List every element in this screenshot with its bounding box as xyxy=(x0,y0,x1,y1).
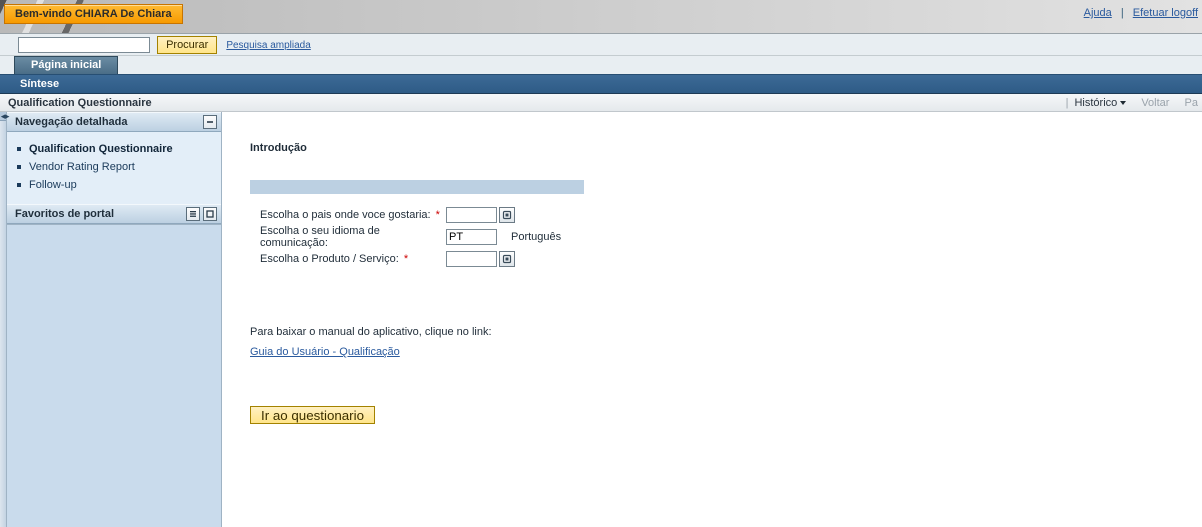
section-heading: Introdução xyxy=(250,142,890,154)
minus-icon xyxy=(206,118,214,126)
options-button[interactable] xyxy=(186,207,200,221)
chevron-down-icon xyxy=(1120,101,1126,105)
list-icon xyxy=(189,210,197,218)
product-input[interactable] xyxy=(446,251,497,267)
product-value-help-button[interactable] xyxy=(499,251,515,267)
nav-item-vendor-rating[interactable]: Vendor Rating Report xyxy=(17,158,215,176)
nav-item-label: Vendor Rating Report xyxy=(29,161,135,173)
favorites-panel-title: Favoritos de portal xyxy=(15,208,114,220)
window-icon xyxy=(206,210,214,218)
intro-section: Introdução Escolha o pais onde voce gost… xyxy=(250,142,890,424)
required-marker: * xyxy=(433,209,440,221)
language-label: Escolha o seu idioma de comunicação: xyxy=(250,225,446,249)
separator: | xyxy=(1066,97,1069,109)
secondary-tabbar: Síntese xyxy=(0,74,1202,94)
sidebar: Navegação detalhada Qualification Questi… xyxy=(7,112,222,527)
nav-item-label: Follow-up xyxy=(29,179,77,191)
main-content: Introdução Escolha o pais onde voce gost… xyxy=(222,112,1202,527)
nav-item-follow-up[interactable]: Follow-up xyxy=(17,176,215,194)
page-titlebar: Qualification Questionnaire | Histórico … xyxy=(0,94,1202,112)
selection-form: Escolha o pais onde voce gostaria: * Esc… xyxy=(250,180,850,270)
favorites-panel-header: Favoritos de portal xyxy=(7,204,221,224)
user-guide-link[interactable]: Guia do Usuário - Qualificação xyxy=(250,346,400,358)
maximize-button[interactable] xyxy=(203,207,217,221)
country-value-help-button[interactable] xyxy=(499,207,515,223)
language-name: Português xyxy=(511,231,561,243)
nav-list: Qualification Questionnaire Vendor Ratin… xyxy=(7,132,221,204)
nav-item-qualification[interactable]: Qualification Questionnaire xyxy=(17,140,215,158)
logoff-link[interactable]: Efetuar logoff xyxy=(1133,7,1198,19)
back-link: Voltar xyxy=(1141,97,1169,109)
search-button[interactable]: Procurar xyxy=(157,36,217,54)
row-language: Escolha o seu idioma de comunicação: Por… xyxy=(250,226,850,248)
country-label: Escolha o pais onde voce gostaria: * xyxy=(250,209,446,221)
welcome-banner: Bem-vindo CHIARA De Chiara xyxy=(4,4,183,24)
nav-panel-title: Navegação detalhada xyxy=(15,116,128,128)
manual-download-text: Para baixar o manual do aplicativo, cliq… xyxy=(250,326,890,338)
separator xyxy=(1175,97,1178,109)
masthead-links: Ajuda | Efetuar logoff xyxy=(1084,7,1198,19)
product-label: Escolha o Produto / Serviço: * xyxy=(250,253,446,265)
sidebar-empty-area xyxy=(7,224,221,527)
primary-tabbar: Página inicial xyxy=(0,56,1202,74)
help-link[interactable]: Ajuda xyxy=(1084,7,1112,19)
page-title: Qualification Questionnaire xyxy=(8,97,152,109)
tab-home[interactable]: Página inicial xyxy=(14,56,118,74)
separator: | xyxy=(1121,7,1124,19)
subtab-overview[interactable]: Síntese xyxy=(20,78,59,90)
search-input[interactable] xyxy=(18,37,150,53)
row-country: Escolha o pais onde voce gostaria: * xyxy=(250,204,850,226)
masthead: Bem-vindo CHIARA De Chiara Ajuda | Efetu… xyxy=(0,0,1202,34)
form-grid: Escolha o pais onde voce gostaria: * Esc… xyxy=(250,204,850,270)
form-header-strip xyxy=(250,180,584,194)
nav-panel-header: Navegação detalhada xyxy=(7,112,221,132)
language-input[interactable] xyxy=(446,229,497,245)
bullet-icon xyxy=(17,165,21,169)
sidebar-resizer[interactable]: ◂ ▸ xyxy=(0,112,7,527)
separator xyxy=(1132,97,1135,109)
body: ◂ ▸ Navegação detalhada Qualification Qu… xyxy=(0,112,1202,527)
advanced-search-link[interactable]: Pesquisa ampliada xyxy=(226,40,311,51)
search-bar: Procurar Pesquisa ampliada xyxy=(0,34,1202,56)
bullet-icon xyxy=(17,147,21,151)
nav-item-label: Qualification Questionnaire xyxy=(29,143,173,155)
go-to-questionnaire-button[interactable]: Ir ao questionario xyxy=(250,406,375,424)
row-product: Escolha o Produto / Serviço: * xyxy=(250,248,850,270)
value-help-icon xyxy=(502,210,512,220)
collapse-panel-button[interactable] xyxy=(203,115,217,129)
history-dropdown[interactable]: Histórico xyxy=(1074,97,1126,109)
collapse-right-icon[interactable]: ▸ xyxy=(5,112,11,121)
bullet-icon xyxy=(17,183,21,187)
forward-link: Pa xyxy=(1185,97,1198,109)
required-marker: * xyxy=(401,253,408,265)
value-help-icon xyxy=(502,254,512,264)
country-input[interactable] xyxy=(446,207,497,223)
